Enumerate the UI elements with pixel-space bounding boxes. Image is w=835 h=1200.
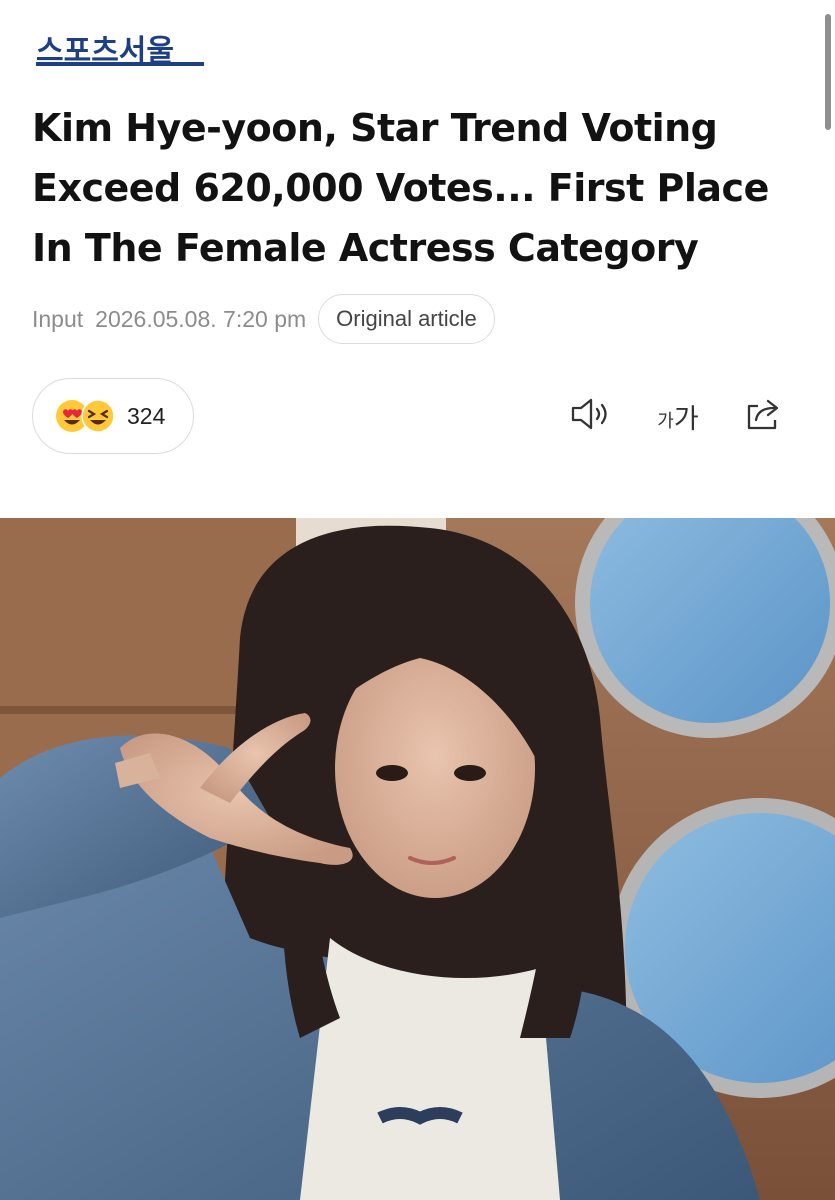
headline-line: Kim Hye-yoon, Star Trend Voting	[32, 106, 718, 150]
font-size-large-label: 가	[673, 403, 699, 435]
reaction-count: 324	[127, 402, 166, 429]
publish-date: 2026.05.08. 7:20 pm	[95, 305, 307, 332]
article-meta: Input 2026.05.08. 7:20 pm Original artic…	[32, 294, 495, 344]
article-page: 스포츠서울 Kim Hye-yoon, Star Trend Voting Ex…	[0, 0, 835, 1200]
share-icon	[744, 396, 784, 437]
scrollbar[interactable]	[825, 14, 831, 130]
headline-line: In The Female Actress Category	[32, 226, 699, 270]
text-to-speech-button[interactable]	[566, 392, 614, 440]
headline-line: Exceed 620,000 Votes... First Place	[32, 166, 769, 210]
brand-logo-underline	[36, 62, 204, 66]
font-size-small-label: 가	[657, 411, 674, 432]
laughing-emoji-icon	[81, 399, 115, 433]
article-photo	[0, 518, 835, 1200]
original-article-button[interactable]: Original article	[318, 294, 495, 344]
article-headline: Kim Hye-yoon, Star Trend Voting Exceed 6…	[32, 98, 822, 278]
font-size-button[interactable]: 가 가	[648, 392, 708, 440]
reaction-button[interactable]: 324	[32, 378, 194, 454]
speaker-icon	[568, 396, 612, 437]
input-label: Input	[32, 305, 84, 332]
share-button[interactable]	[740, 392, 788, 440]
